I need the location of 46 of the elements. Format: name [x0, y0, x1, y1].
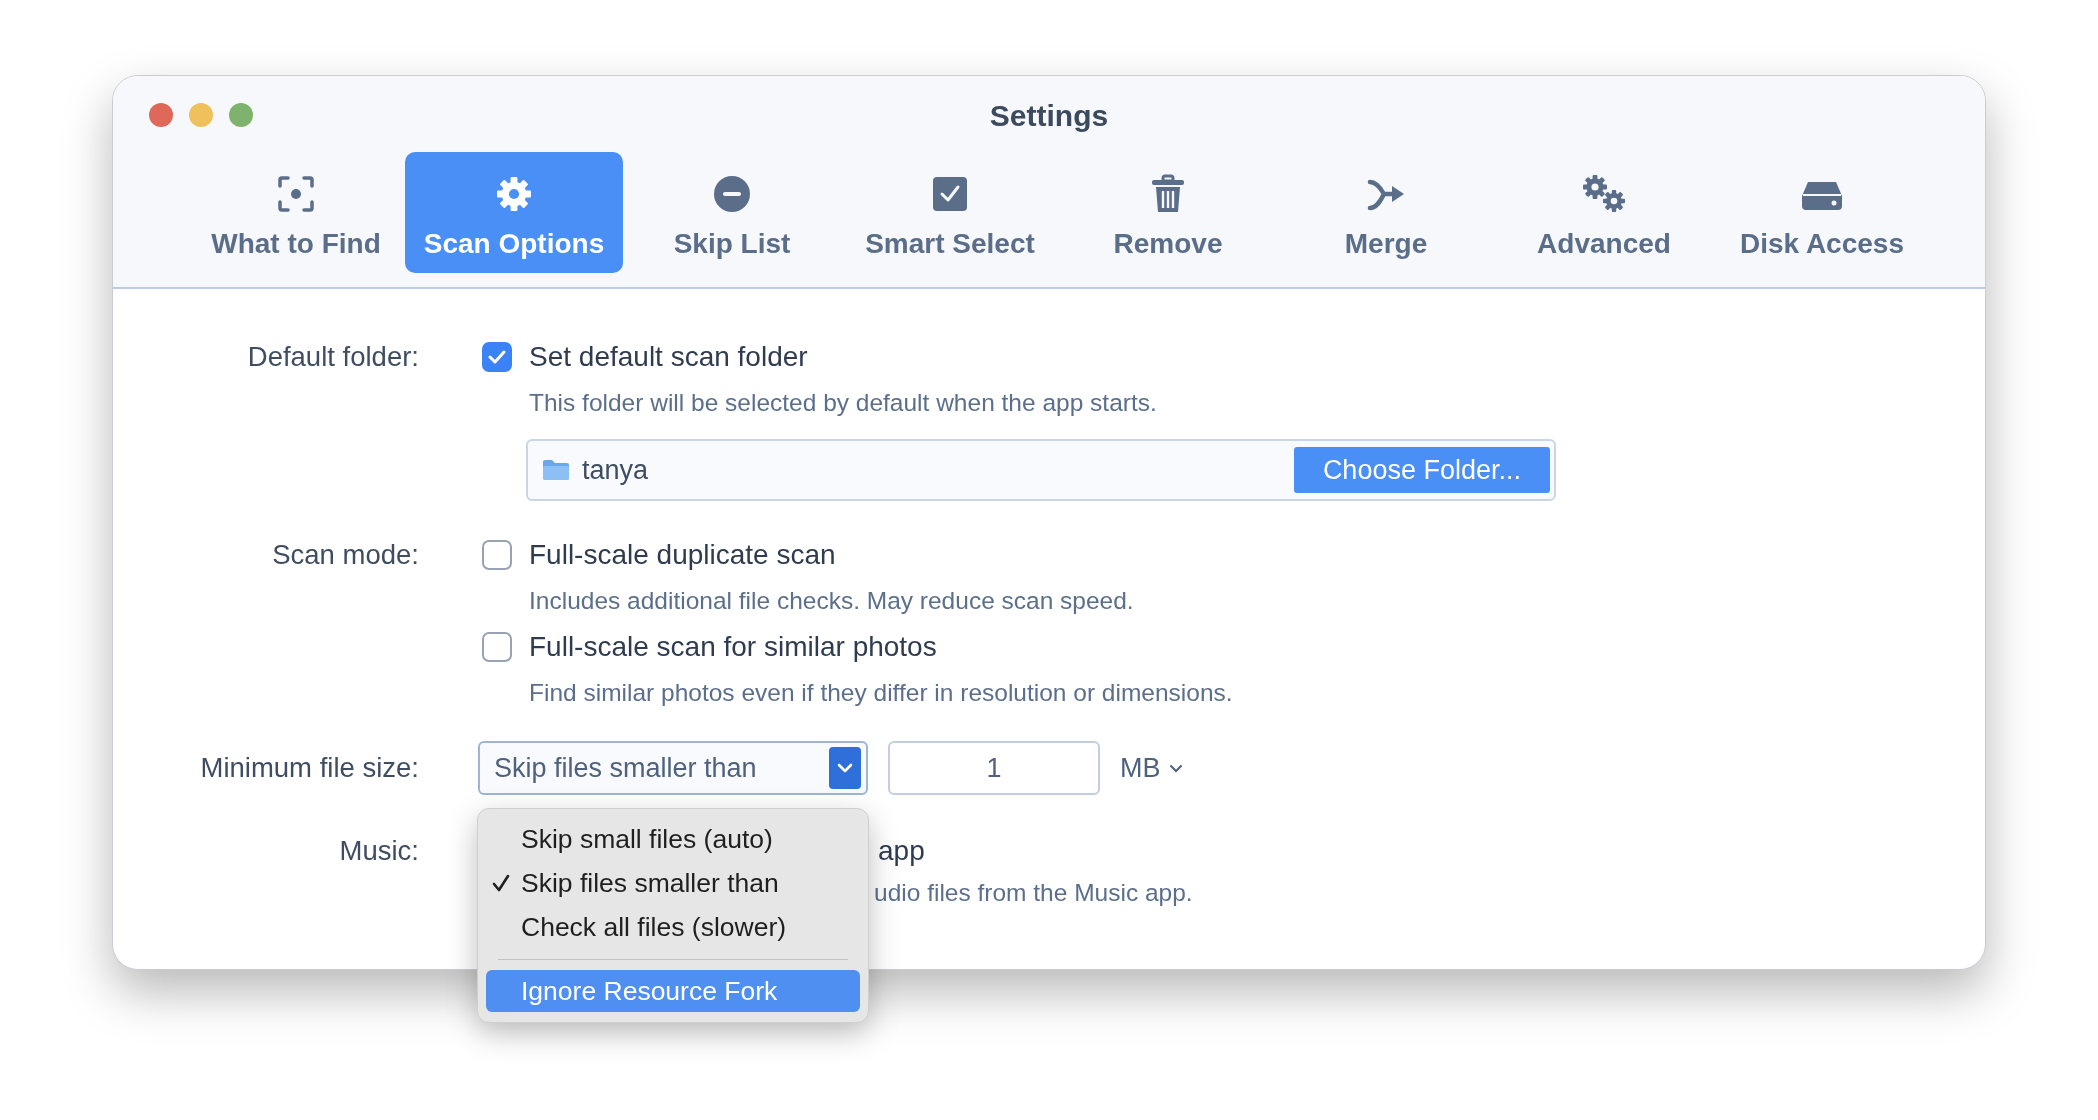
gears-icon: [1580, 174, 1628, 214]
minus-circle-icon: [712, 174, 752, 214]
tab[interactable]: Disk Access: [1713, 152, 1931, 273]
window-title: Settings: [989, 99, 1109, 132]
checkbox[interactable]: [482, 632, 512, 662]
tab[interactable]: Advanced: [1495, 152, 1713, 273]
checkmark-icon: [488, 350, 506, 364]
option-description: Find similar photos even if they differ in resolution or dimensions.: [529, 679, 1234, 707]
field-label: Scan mode:: [272, 538, 419, 572]
tab[interactable]: Skip List: [623, 152, 841, 273]
folder-icon: [542, 459, 570, 481]
checkbox-label: app: [878, 834, 926, 868]
option-description: Includes additional file checks. May reduce scan speed.: [529, 587, 1135, 615]
menu-item[interactable]: Skip files smaller than: [486, 861, 860, 905]
checkbox-icon: [930, 174, 970, 214]
size-field[interactable]: 1: [888, 741, 1100, 795]
tab[interactable]: Smart Select: [841, 152, 1059, 273]
zoom-button[interactable]: [229, 103, 253, 127]
chevron-down-icon: [1168, 763, 1183, 773]
field-label: Minimum file size:: [200, 751, 419, 785]
chevron-down-icon: [829, 747, 861, 789]
field-label: Default folder:: [247, 340, 419, 374]
unit-dropdown[interactable]: MB: [1120, 752, 1183, 784]
tab[interactable]: Merge: [1277, 152, 1495, 273]
field-label: Music:: [339, 834, 419, 868]
option-description: This folder will be selected by default when the app starts.: [529, 389, 1158, 417]
checkbox[interactable]: [482, 540, 512, 570]
minimize-button[interactable]: [189, 103, 213, 127]
folder-field[interactable]: tanya Choose Folder...: [526, 439, 1556, 501]
close-button[interactable]: [149, 103, 173, 127]
focus-icon: [276, 174, 316, 214]
option-description: udio files from the Music app.: [874, 879, 1194, 907]
settings-icon: [494, 174, 534, 214]
menu-item[interactable]: Ignore Resource Fork: [486, 970, 860, 1012]
checkbox[interactable]: [482, 342, 512, 372]
dropdown[interactable]: Skip files smaller than: [478, 741, 868, 795]
checkbox-label: Full-scale scan for similar photos: [529, 631, 937, 663]
tab[interactable]: Scan Options: [405, 152, 623, 273]
choose-folder-button[interactable]: Choose Folder...: [1293, 447, 1550, 493]
menu-item[interactable]: Skip small files (auto): [486, 817, 860, 861]
tab[interactable]: What to Find: [187, 152, 405, 273]
checkbox-label: Set default scan folder: [529, 341, 808, 373]
folder-name: tanya: [582, 454, 650, 486]
menu-item[interactable]: Check all files (slower): [486, 905, 860, 949]
tab[interactable]: Remove: [1059, 152, 1277, 273]
checkbox-label: Full-scale duplicate scan: [529, 539, 836, 571]
